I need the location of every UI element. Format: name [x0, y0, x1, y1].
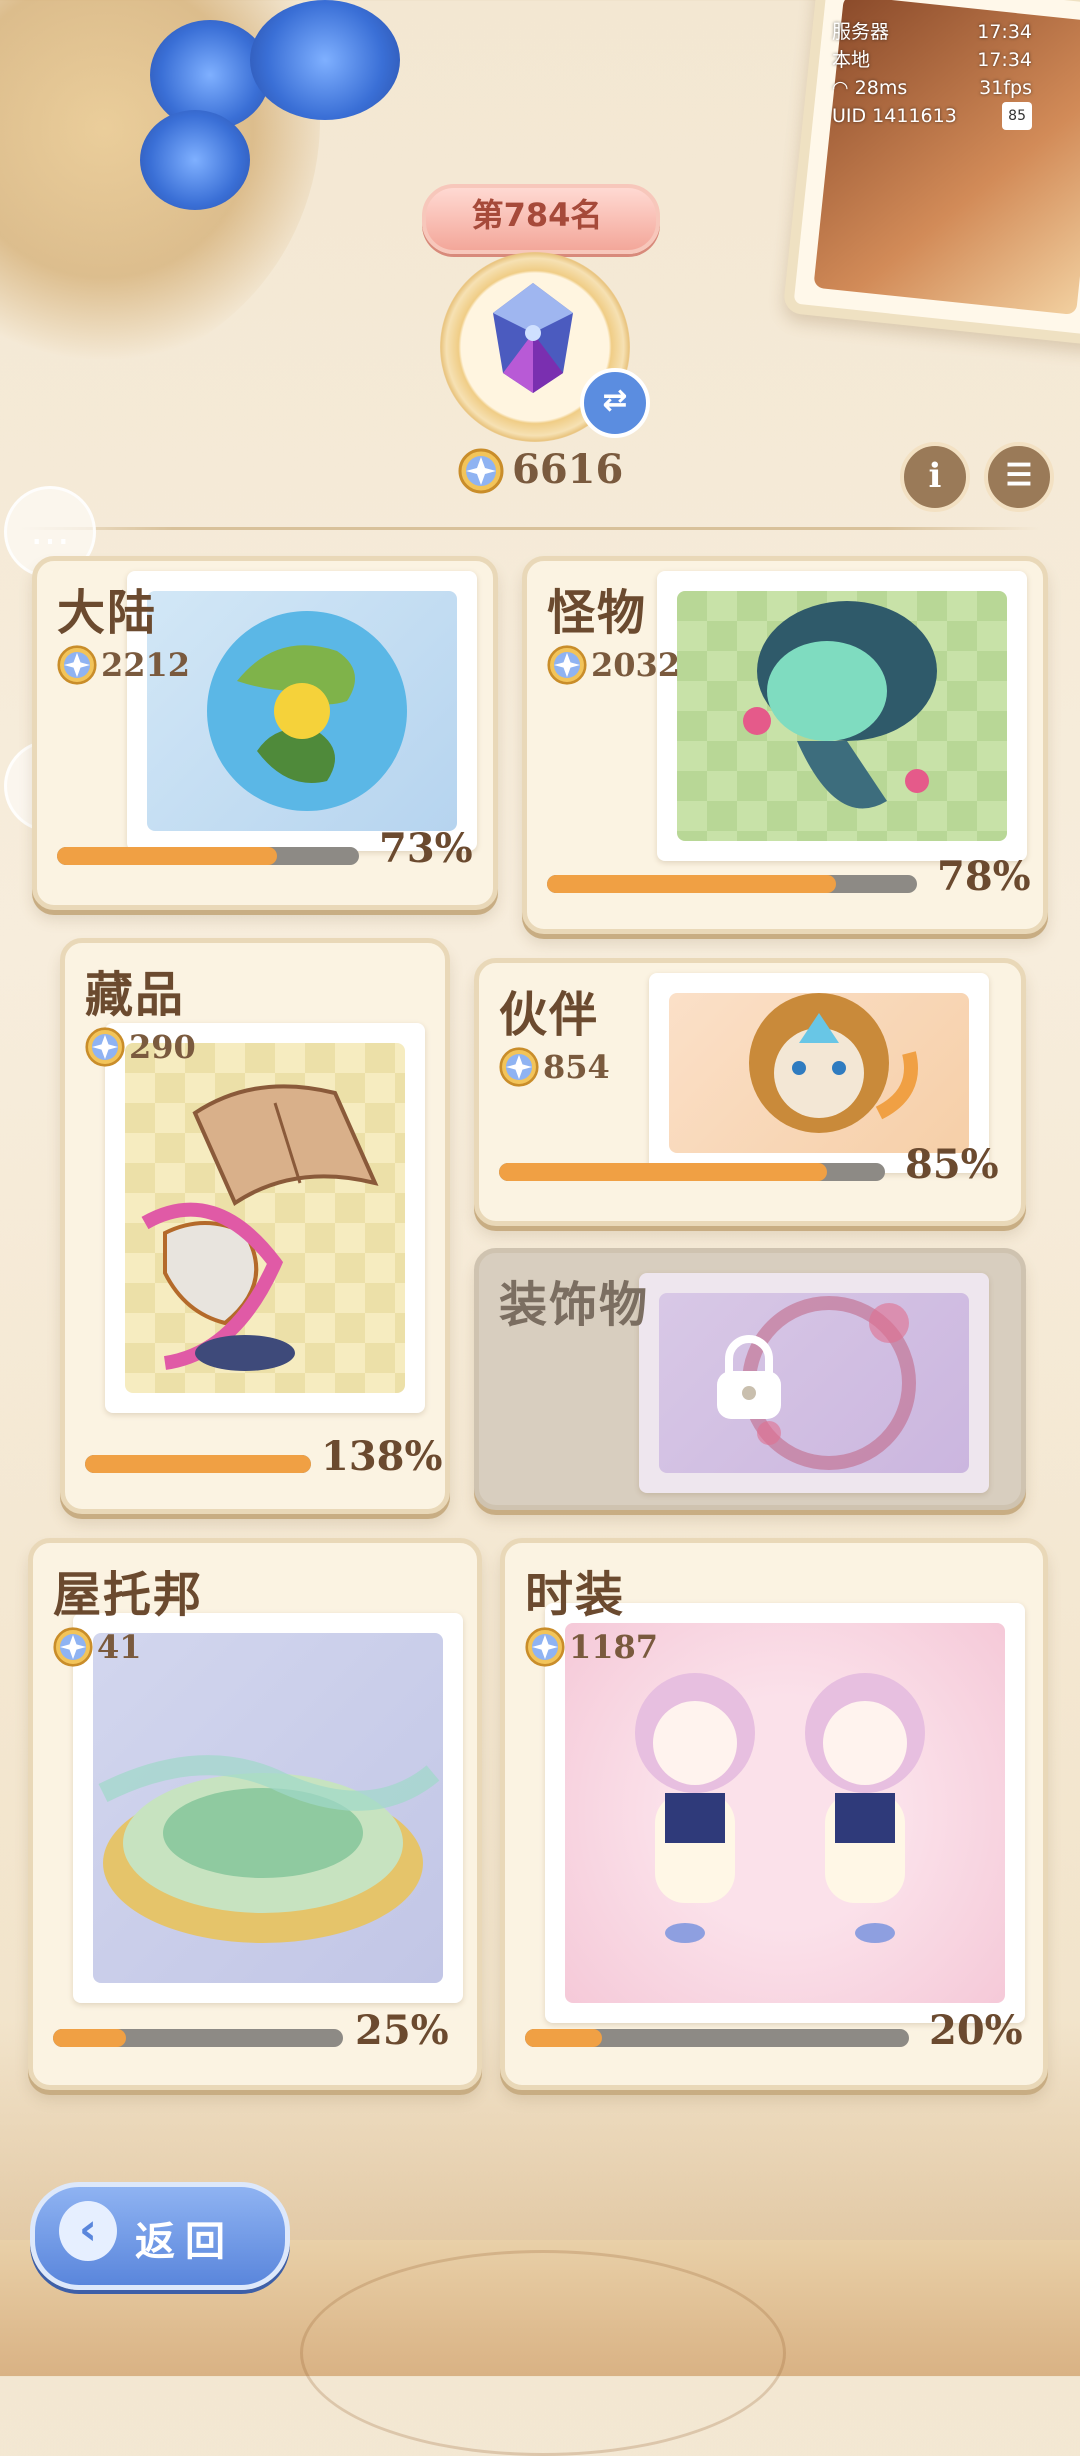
points-value: 854 — [543, 1048, 610, 1086]
progress-percent: 78% — [937, 853, 1031, 900]
lock-icon — [717, 1335, 781, 1419]
card-continent[interactable]: 大陆 2212 73% — [32, 556, 498, 910]
card-points: 290 — [85, 1027, 196, 1067]
card-utopia[interactable]: 屋托邦 41 25% — [28, 1538, 482, 2090]
flower-decoration — [250, 0, 400, 120]
card-points: 2212 — [57, 645, 190, 685]
star-coin-icon — [57, 645, 97, 685]
avatar-crystal-icon — [493, 283, 573, 393]
card-points: 1187 — [525, 1627, 658, 1667]
local-time: 17:34 — [977, 49, 1032, 71]
fps-value: 31fps — [979, 77, 1032, 99]
card-points: 2032 — [547, 645, 680, 685]
globe-icon — [207, 611, 407, 811]
progress-fill — [85, 1455, 311, 1473]
rank-banner: 第784名 — [402, 172, 672, 256]
card-title: 怪物 — [547, 585, 648, 641]
monster-stamp — [657, 571, 1027, 861]
back-label: 返回 — [135, 2219, 235, 2265]
back-button[interactable]: ‹ 返回 — [30, 2182, 290, 2290]
progress-bar — [57, 847, 359, 865]
card-title: 屋托邦 — [53, 1567, 204, 1623]
progress-fill — [57, 847, 278, 865]
total-score: 6616 — [512, 446, 624, 493]
progress-bar — [85, 1455, 311, 1473]
utopia-base-icon — [98, 1755, 440, 1943]
status-overlay: 服务器 17:34 本地 17:34 ◠ 28ms 31fps UID 1411613… — [832, 18, 1032, 130]
card-decoration[interactable]: 装饰物 — [474, 1248, 1026, 1510]
points-value: 290 — [129, 1028, 196, 1066]
card-title: 时装 — [525, 1567, 626, 1623]
swap-icon[interactable]: ⇄ — [580, 368, 650, 438]
points-value: 2212 — [101, 646, 191, 684]
card-title: 大陆 — [57, 585, 158, 641]
list-icon[interactable]: ☰ — [984, 442, 1054, 512]
monster-icon — [743, 601, 937, 809]
progress-fill — [499, 1163, 828, 1181]
progress-bar — [525, 2029, 909, 2047]
server-time: 17:34 — [977, 21, 1032, 43]
collection-stamp — [105, 1023, 425, 1413]
progress-fill — [525, 2029, 602, 2047]
progress-percent: 138% — [321, 1433, 443, 1480]
progress-fill — [547, 875, 836, 893]
points-value: 41 — [97, 1628, 142, 1666]
battery-level: 85 — [1002, 102, 1032, 130]
progress-bar — [547, 875, 917, 893]
star-coin-icon — [85, 1027, 125, 1067]
uid-value: UID 1411613 — [832, 105, 957, 127]
info-icon[interactable]: i — [900, 442, 970, 512]
ping-value: 28ms — [854, 77, 908, 99]
card-title: 装饰物 — [499, 1277, 650, 1333]
progress-fill — [53, 2029, 126, 2047]
star-coin-icon — [547, 645, 587, 685]
partner-creature-icon — [749, 993, 918, 1133]
chevron-left-icon: ‹ — [59, 2201, 117, 2261]
progress-bar — [53, 2029, 343, 2047]
decoration-stamp — [639, 1273, 989, 1493]
progress-bar — [499, 1163, 885, 1181]
card-points: 41 — [53, 1627, 142, 1667]
local-label: 本地 — [832, 49, 871, 71]
card-fashion[interactable]: 时装 1187 20% — [500, 1538, 1048, 2090]
bottom-ornament — [300, 2250, 786, 2456]
continent-stamp — [127, 571, 477, 851]
points-value: 2032 — [591, 646, 681, 684]
points-value: 1187 — [569, 1628, 659, 1666]
card-partner[interactable]: 伙伴 854 85% — [474, 958, 1026, 1226]
card-title: 伙伴 — [499, 987, 600, 1043]
progress-percent: 20% — [929, 2007, 1023, 2054]
card-monster[interactable]: 怪物 2032 78% — [522, 556, 1048, 934]
flower-decoration — [140, 110, 250, 210]
card-points: 854 — [499, 1047, 610, 1087]
star-coin-icon — [525, 1627, 565, 1667]
divider — [20, 527, 1040, 530]
star-coin-icon — [458, 448, 504, 494]
progress-percent: 25% — [355, 2007, 449, 2054]
wifi-icon: ◠ — [832, 77, 849, 99]
card-collection[interactable]: 藏品 290 138% — [60, 938, 450, 1514]
progress-percent: 73% — [379, 825, 473, 872]
twin-characters-icon — [635, 1673, 925, 1943]
star-coin-icon — [499, 1047, 539, 1087]
rank-text: 第784名 — [471, 196, 603, 234]
server-label: 服务器 — [832, 21, 890, 43]
utopia-stamp — [73, 1613, 463, 2003]
card-title: 藏品 — [85, 967, 186, 1023]
star-coin-icon — [53, 1627, 93, 1667]
progress-percent: 85% — [905, 1141, 999, 1188]
book-and-cup-icon — [141, 1084, 379, 1371]
